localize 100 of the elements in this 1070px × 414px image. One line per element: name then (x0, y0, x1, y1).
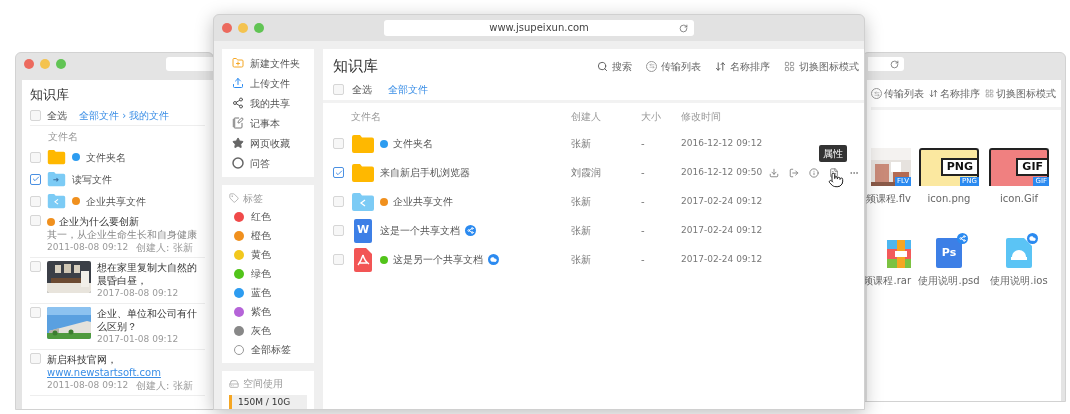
file-type-label: PNG (940, 158, 979, 176)
article-date: 2011-08-08 09:12 (47, 241, 129, 254)
new-folder-icon (232, 57, 244, 69)
toolbar-button[interactable]: 切换图标模式 (985, 86, 1056, 101)
archive-icon (887, 240, 911, 268)
share-icon (232, 97, 244, 109)
file-name[interactable]: 企业共享文件 (393, 194, 453, 209)
checkbox[interactable] (30, 173, 41, 185)
article-date: 2011-08-08 09:12 (47, 379, 129, 392)
window-minimize-button[interactable] (238, 23, 248, 33)
tag-item[interactable]: 全部标签 (222, 340, 314, 359)
folder-icon (47, 149, 66, 165)
grid-icon (784, 60, 795, 72)
tag-item[interactable]: 红色 (222, 207, 314, 226)
star-icon (232, 137, 244, 149)
breadcrumb-link[interactable]: 全部文件 (388, 82, 428, 97)
creator-cell-text: 张新 (571, 195, 592, 209)
menu-item[interactable]: 问答 (222, 153, 314, 173)
tag-item[interactable]: 绿色 (222, 264, 314, 283)
size-cell-text: - (641, 166, 646, 180)
app-file-icon (1006, 238, 1032, 268)
select-all-label: 全选 (47, 109, 67, 123)
article-snippet: 其一，从企业生命生长和自身健康 (47, 228, 197, 241)
folder-icon (351, 133, 375, 154)
download-icon[interactable] (769, 167, 779, 178)
tag-item[interactable]: 灰色 (222, 321, 314, 340)
file-name[interactable]: icon.png (927, 191, 971, 206)
address-bar[interactable]: www.jsupeixun.com (384, 20, 694, 36)
size-cell-text: - (641, 137, 646, 151)
article-title[interactable]: 想在家里复制大自然的晨昏白昼， (97, 261, 205, 287)
select-all-label: 全选 (352, 83, 372, 97)
menu-item[interactable]: 新建文件夹 (222, 53, 314, 73)
window-minimize-button[interactable] (40, 59, 50, 69)
file-name[interactable]: 文件夹名 (86, 149, 126, 165)
tag-item[interactable]: 紫色 (222, 302, 314, 321)
file-name[interactable]: 频课程.flv (865, 191, 911, 206)
file-name[interactable]: 读写文件 (72, 171, 112, 187)
search-icon (597, 60, 608, 72)
window-zoom-button[interactable] (254, 23, 264, 33)
creator-cell-text: 刘霞润 (571, 166, 602, 180)
checkbox[interactable] (333, 167, 344, 178)
file-name[interactable]: 这是一个共享文档 (380, 223, 460, 238)
file-name[interactable]: 使用说明.ios (990, 273, 1048, 288)
toolbar-button[interactable]: 传输列表 (871, 86, 924, 101)
refresh-icon[interactable] (890, 59, 899, 69)
export-icon[interactable] (789, 167, 799, 178)
page-title: 知识库 (333, 55, 378, 77)
file-name[interactable]: 企业共享文件 (86, 193, 146, 209)
toolbar-button[interactable]: 名称排序 (715, 58, 770, 74)
drive-icon (229, 378, 239, 389)
address-bar[interactable] (868, 57, 904, 71)
creator-cell-text: 张新 (571, 253, 592, 267)
window-close-button[interactable] (222, 23, 232, 33)
modified-cell-text: 2016-12-12 09:12 (681, 136, 764, 150)
modified-cell-text: 2017-02-24 09:12 (681, 194, 764, 208)
creator-cell-text: 张新 (571, 224, 592, 238)
article-title: 新启科技官网， www.newstartsoft.com (47, 353, 162, 379)
file-type-label: GIF (1016, 158, 1049, 176)
menu-item[interactable]: 网页收藏 (222, 133, 314, 153)
tag-item[interactable]: 橙色 (222, 226, 314, 245)
refresh-icon[interactable] (679, 23, 688, 33)
article-title[interactable]: 企业、单位和公司有什么区别？ (97, 307, 205, 333)
toolbar-button[interactable]: 切换图标模式 (784, 58, 859, 74)
file-name[interactable]: icon.Gif (1000, 191, 1038, 206)
breadcrumb-link[interactable]: 全部文件 › 我的文件 (79, 108, 170, 123)
website-link[interactable]: www.newstartsoft.com (47, 367, 161, 378)
properties-icon[interactable] (829, 167, 839, 178)
column-header: 文件名 (48, 130, 79, 144)
toolbar-button[interactable]: 传输列表 (646, 58, 701, 74)
column-header: 文件名 (351, 109, 382, 124)
window-close-button[interactable] (24, 59, 34, 69)
modified-cell-text: 2016-12-12 09:50 (681, 165, 764, 179)
toolbar-button[interactable]: 搜索 (597, 58, 632, 74)
toolbar-button[interactable]: 名称排序 (929, 86, 980, 101)
menu-item[interactable]: 上传文件 (222, 73, 314, 93)
tag-item[interactable]: 黄色 (222, 245, 314, 264)
menu-item[interactable]: 记事本 (222, 113, 314, 133)
window-zoom-button[interactable] (56, 59, 66, 69)
shared-folder-icon (47, 193, 66, 209)
tags-title: 标签 (243, 191, 263, 206)
address-bar[interactable] (166, 57, 213, 71)
transfer-icon (871, 88, 882, 99)
tag-item[interactable]: 蓝色 (222, 283, 314, 302)
article-date: 2017-08-08 09:12 (97, 287, 179, 300)
page-title: 知识库 (30, 86, 70, 104)
article-creator: 创建人: 张新 (136, 379, 193, 392)
size-cell-text: - (641, 195, 646, 209)
shared-folder-icon (351, 191, 375, 212)
size-cell-text: - (641, 253, 646, 267)
menu-item[interactable]: 我的共享 (222, 93, 314, 113)
file-name[interactable]: 文件夹名 (393, 136, 433, 151)
article-title[interactable]: 企业为什么要创新 (59, 215, 139, 228)
info-icon[interactable] (809, 167, 819, 178)
storage-reading: 150M / 10G (238, 396, 291, 409)
file-name[interactable]: 来自新启手机浏览器 (380, 165, 470, 180)
file-name[interactable]: 使用说明.psd (918, 273, 980, 288)
sort-icon (715, 60, 726, 72)
column-header: 大小 (641, 109, 662, 124)
photoshop-file-icon: Ps (936, 238, 962, 268)
file-name[interactable]: 这是另一个共享文档 (393, 252, 483, 267)
